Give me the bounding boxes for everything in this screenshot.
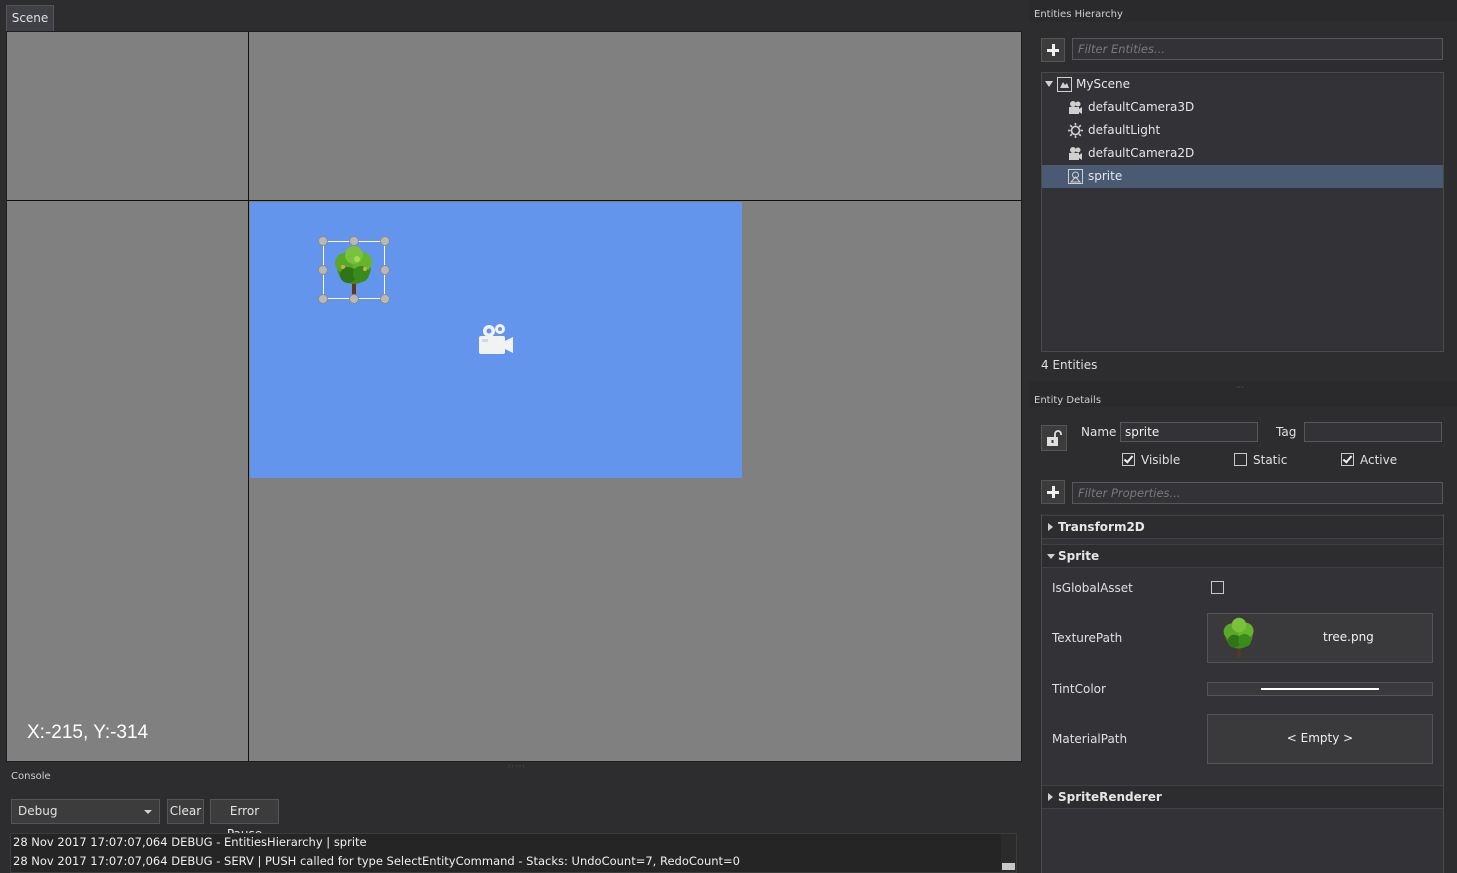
tree-item-label: defaultCamera3D [1088,100,1195,114]
resize-handle-bottom-right[interactable] [380,294,390,304]
tint-color-swatch [1261,688,1379,690]
log-level-value: Debug [18,804,58,818]
collapsed-arrow-icon [1048,523,1053,531]
tree-item-entity-selected[interactable]: sprite [1042,165,1443,188]
log-level-select[interactable]: Debug [11,799,160,824]
scrollbar-thumb[interactable] [1002,863,1015,870]
splitter-grip[interactable]: ····· [508,762,525,771]
is-global-asset-label: IsGlobalAsset [1052,581,1133,595]
material-path-value: < Empty > [1286,731,1354,745]
resize-handle-bottom[interactable] [349,294,359,304]
section-sprite[interactable]: Sprite [1042,544,1443,568]
camera-icon[interactable] [476,322,516,358]
tree-item-entity[interactable]: defaultCamera3D [1042,96,1443,119]
error-pause-button[interactable]: Error Pause [210,799,279,841]
camera-icon [1069,147,1082,160]
expanded-arrow-icon [1047,554,1055,559]
scene-y-axis [248,32,249,761]
console-log[interactable]: 28 Nov 2017 17:07:07,064 DEBUG - Entitie… [10,833,1017,873]
texture-path-field[interactable]: tree.png [1207,613,1433,663]
expand-arrow-icon[interactable] [1045,81,1053,87]
tree-item-label: defaultLight [1088,123,1161,137]
section-title: SpriteRenderer [1058,790,1162,804]
resize-handle-right[interactable] [380,265,390,275]
tree-item-label: defaultCamera2D [1088,146,1195,160]
texture-file-name: tree.png [1323,630,1374,644]
tint-color-field[interactable] [1207,682,1433,696]
texture-path-label: TexturePath [1052,631,1123,645]
tree-item-root[interactable]: MyScene [1042,73,1443,96]
resize-handle-left[interactable] [318,265,328,275]
entity-details-title: Entity Details [1034,395,1102,406]
tab-scene[interactable]: Scene [6,5,54,31]
visible-checkbox[interactable] [1122,453,1135,466]
material-path-field[interactable]: < Empty > [1207,714,1433,764]
clear-button[interactable]: Clear [167,799,204,824]
log-line: 28 Nov 2017 17:07:07,064 DEBUG - SERV | … [13,854,740,868]
tag-label: Tag [1276,425,1297,439]
collapsed-arrow-icon [1048,793,1053,801]
active-checkbox[interactable] [1341,453,1354,466]
scene-x-axis [7,200,1021,201]
light-icon [1068,123,1083,138]
resize-handle-top-right[interactable] [380,236,390,246]
add-component-button[interactable] [1041,480,1065,504]
tree-item-entity[interactable]: defaultCamera2D [1042,142,1443,165]
log-line: 28 Nov 2017 17:07:07,064 DEBUG - Entitie… [13,835,367,849]
splitter-grip[interactable]: ··· [1236,383,1244,392]
selected-sprite-gizmo[interactable] [318,236,390,304]
tree-item-label: MyScene [1076,77,1131,91]
section-sprite-renderer[interactable]: SpriteRenderer [1042,785,1443,809]
static-label: Static [1253,453,1288,467]
active-label: Active [1360,453,1398,467]
section-title: Transform2D [1058,520,1145,534]
section-title: Sprite [1058,549,1100,563]
is-global-asset-checkbox[interactable] [1211,581,1224,594]
cursor-coordinates: X:-215, Y:-314 [27,722,149,743]
console-scrollbar[interactable] [1001,834,1016,872]
resize-handle-top-left[interactable] [318,236,328,246]
scene-icon [1057,77,1072,92]
chevron-down-icon [144,810,152,814]
filter-entities-input[interactable]: Filter Entities... [1072,38,1443,60]
filter-properties-input[interactable]: Filter Properties... [1072,482,1443,504]
camera-icon [1069,101,1082,114]
visible-label: Visible [1141,453,1181,467]
tree-item-label: sprite [1088,169,1123,183]
scene-viewport[interactable]: X:-215, Y:-314 [6,31,1022,762]
tint-color-label: TintColor [1052,682,1106,696]
entity-count: 4 Entities [1041,358,1098,372]
name-label: Name [1081,425,1117,439]
tag-field[interactable] [1304,422,1442,442]
sprite-icon [1068,169,1083,184]
tree-sprite[interactable] [331,245,377,297]
texture-thumbnail [1223,617,1254,658]
static-checkbox[interactable] [1234,453,1247,466]
hierarchy-title: Entities Hierarchy [1034,9,1123,20]
section-transform2d[interactable]: Transform2D [1042,515,1443,539]
resize-handle-top[interactable] [349,236,359,246]
unlock-icon [1047,430,1062,446]
name-field[interactable]: sprite [1120,422,1258,442]
console-title: Console [11,771,51,782]
add-entity-button[interactable] [1041,38,1065,62]
material-path-label: MaterialPath [1052,732,1128,746]
entity-tree[interactable]: MyScene defaultCamera3D defaultLight def… [1041,72,1444,352]
tree-item-entity[interactable]: defaultLight [1042,119,1443,142]
lock-button[interactable] [1041,425,1067,451]
resize-handle-bottom-left[interactable] [318,294,328,304]
